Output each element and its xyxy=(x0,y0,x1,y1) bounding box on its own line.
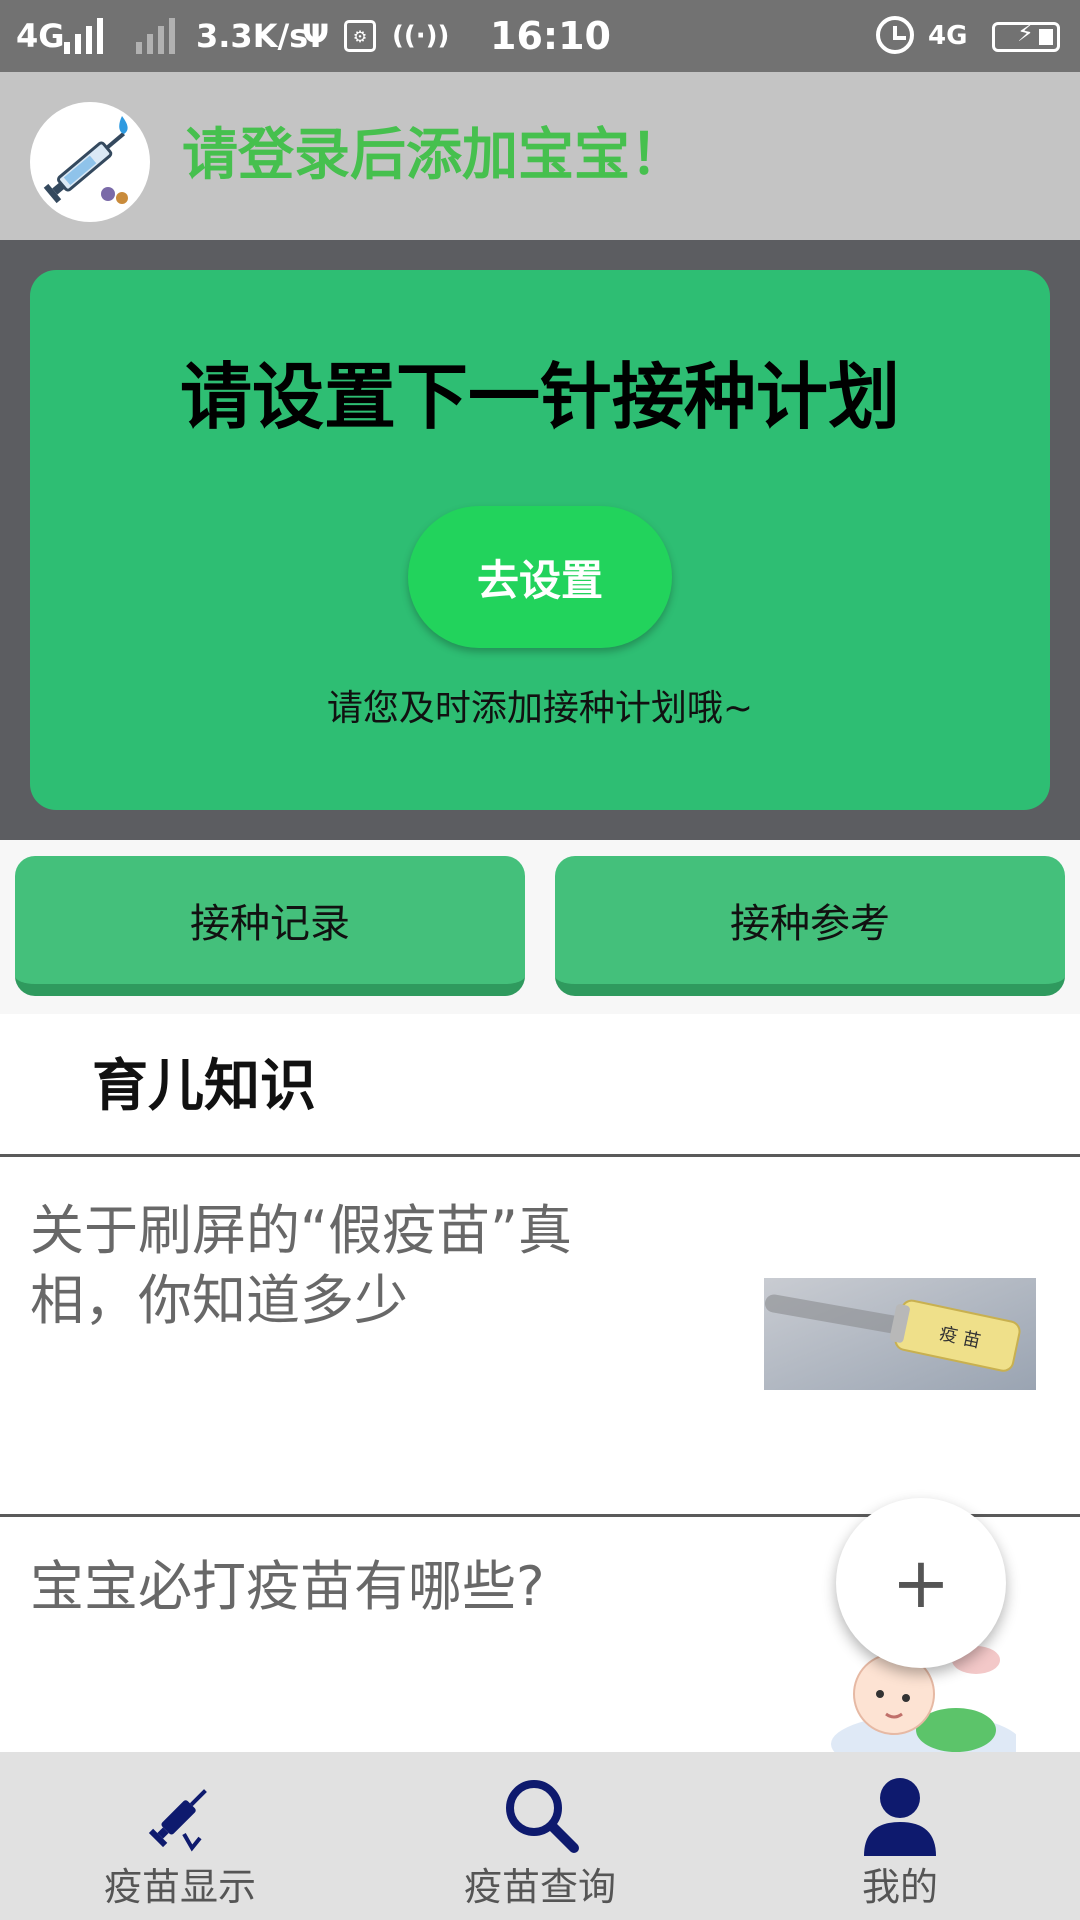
battery-icon xyxy=(992,19,1060,52)
vaccine-vial-image: 疫 苗 xyxy=(764,1278,1036,1390)
divider xyxy=(0,1154,1080,1157)
signal-icon xyxy=(64,18,103,54)
avatar[interactable] xyxy=(30,102,150,222)
user-icon xyxy=(864,1778,936,1856)
plan-card: 请设置下一针接种计划 去设置 请您及时添加接种计划哦~ xyxy=(30,270,1050,810)
article-title[interactable]: 关于刷屏的“假疫苗”真相，你知道多少 xyxy=(30,1196,630,1336)
vaccination-record-button[interactable]: 接种记录 xyxy=(15,856,525,996)
vaccination-reference-button[interactable]: 接种参考 xyxy=(555,856,1065,996)
nav-label: 疫苗显示 xyxy=(103,1865,256,1909)
plan-title: 请设置下一针接种计划 xyxy=(179,355,900,439)
add-fab-button[interactable]: + xyxy=(836,1498,1006,1668)
nav-item-vaccine-display[interactable]: 疫苗显示 xyxy=(0,1752,360,1920)
syringe-logo-icon xyxy=(43,116,128,204)
login-prompt[interactable]: 请登录后添加宝宝！ xyxy=(182,124,686,188)
signal-icon-secondary xyxy=(136,18,175,54)
section-title: 育儿知识 xyxy=(92,1054,316,1119)
app-header: 请登录后添加宝宝！ xyxy=(0,72,1080,240)
usb-debug-icon: ⚙ xyxy=(344,20,376,52)
nav-item-vaccine-search[interactable]: 疫苗查询 xyxy=(360,1752,720,1920)
network-speed: 3.3K/s xyxy=(196,17,309,55)
syringe-icon xyxy=(148,1789,207,1852)
article-title[interactable]: 宝宝必打疫苗有哪些? xyxy=(30,1552,650,1622)
go-setup-button[interactable]: 去设置 xyxy=(408,506,672,648)
nav-label: 疫苗查询 xyxy=(463,1865,616,1909)
article-thumbnail[interactable]: 疫 苗 xyxy=(764,1278,1036,1390)
bottom-nav: 疫苗显示 疫苗查询 我的 xyxy=(0,1752,1080,1920)
clock: 16:10 xyxy=(490,14,611,58)
network-type: 4G xyxy=(16,17,65,55)
plan-section: 请设置下一针接种计划 去设置 请您及时添加接种计划哦~ xyxy=(0,240,1080,840)
nav-item-mine[interactable]: 我的 xyxy=(720,1752,1080,1920)
usb-icon: Ψ xyxy=(302,17,330,55)
search-icon xyxy=(506,1780,579,1853)
plan-subtitle: 请您及时添加接种计划哦~ xyxy=(326,688,754,729)
action-buttons: 接种记录 接种参考 xyxy=(0,840,1080,1014)
nav-label: 我的 xyxy=(861,1865,938,1909)
hotspot-icon: ((·)) xyxy=(392,21,450,51)
network-type-secondary: 4G xyxy=(928,21,968,51)
status-bar: 4G 3.3K/s Ψ ⚙ ((·)) 16:10 4G xyxy=(0,0,1080,72)
alarm-icon xyxy=(876,16,914,54)
